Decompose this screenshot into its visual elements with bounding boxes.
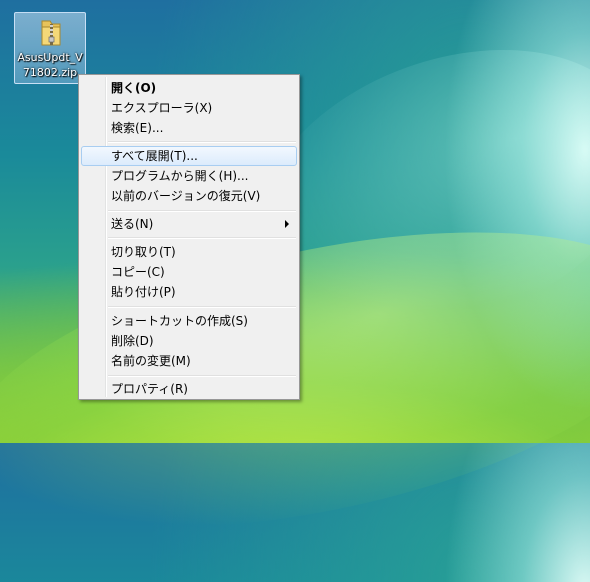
menu-item-cut[interactable]: 切り取り(T) [81,242,297,262]
menu-separator [108,141,296,143]
menu-separator [108,375,296,377]
menu-item-properties[interactable]: プロパティ(R) [81,379,297,399]
menu-item-restore-previous[interactable]: 以前のバージョンの復元(V) [81,186,297,206]
desktop-icon-zip-file[interactable]: AsusUpdt_V71802.zip [14,12,86,84]
menu-item-delete[interactable]: 削除(D) [81,331,297,351]
zip-folder-icon [41,20,61,46]
menu-item-open-with[interactable]: プログラムから開く(H)... [81,166,297,186]
menu-item-search[interactable]: 検索(E)... [81,118,297,138]
menu-item-extract-all[interactable]: すべて展開(T)... [81,146,297,166]
context-menu: 開く(O) エクスプローラ(X) 検索(E)... すべて展開(T)... プロ… [78,74,300,400]
menu-separator [108,210,296,212]
menu-item-paste[interactable]: 貼り付け(P) [81,282,297,302]
desktop-icon-label: AsusUpdt_V71802.zip [17,51,83,79]
menu-item-send-to[interactable]: 送る(N) [81,214,297,234]
menu-item-copy[interactable]: コピー(C) [81,262,297,282]
menu-separator [108,306,296,308]
submenu-arrow-icon [285,220,289,228]
menu-item-explorer[interactable]: エクスプローラ(X) [81,98,297,118]
menu-item-rename[interactable]: 名前の変更(M) [81,351,297,371]
menu-separator [108,237,296,239]
menu-item-create-shortcut[interactable]: ショートカットの作成(S) [81,311,297,331]
menu-item-open[interactable]: 開く(O) [81,78,297,98]
menu-item-send-to-label: 送る(N) [111,217,154,231]
